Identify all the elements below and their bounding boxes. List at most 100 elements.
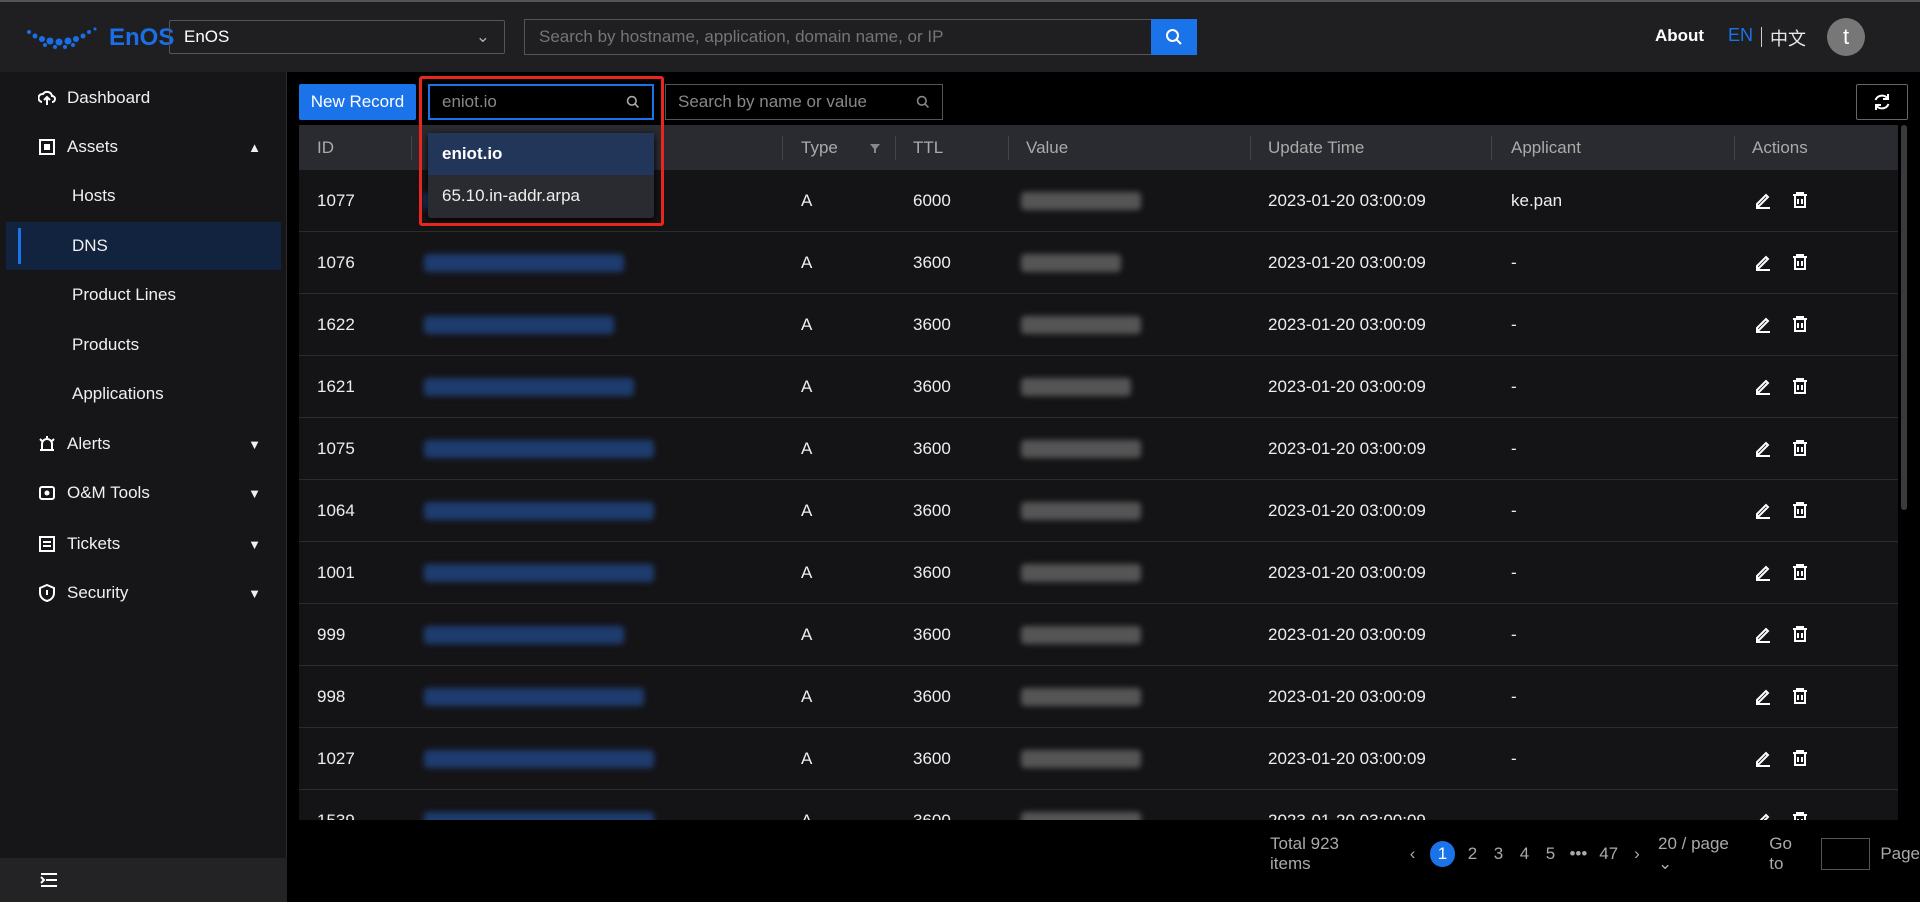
delete-icon[interactable] [1791,501,1809,519]
edit-icon[interactable] [1754,315,1772,333]
cell-id: 999 [317,625,346,644]
column-type: Type [801,138,838,157]
prev-page-button[interactable]: ‹ [1406,844,1420,864]
about-link[interactable]: About [1655,26,1704,46]
new-record-button[interactable]: New Record [299,84,416,120]
refresh-icon [1874,94,1890,110]
table-row: 1001 A 3600 2023-01-20 03:00:09 - [299,542,1898,604]
avatar[interactable]: t [1827,18,1865,56]
sidebar-item-label: Tickets [67,534,121,553]
cell-update-time: 2023-01-20 03:00:09 [1268,625,1426,644]
collapse-sidebar-button[interactable] [0,858,287,902]
page-5[interactable]: 5 [1543,844,1557,864]
cell-type: A [801,315,813,334]
filter-icon[interactable] [869,142,881,154]
name-value-search-input[interactable]: Search by name or value [665,84,943,120]
page-4[interactable]: 4 [1517,844,1531,864]
sidebar-item-label: Security [67,583,129,602]
sidebar-item-product-lines[interactable]: Product Lines [6,271,281,319]
page-1[interactable]: 1 [1429,841,1456,867]
cell-ttl: 3600 [913,811,951,820]
delete-icon[interactable] [1791,625,1809,643]
sidebar-item-applications[interactable]: Applications [6,370,281,418]
sidebar-item-tickets[interactable]: Tickets ▼ [6,520,281,568]
lang-zh[interactable]: 中文 [1770,25,1806,51]
org-select[interactable]: EnOS ⌄ [169,20,505,54]
refresh-button[interactable] [1856,84,1908,120]
sidebar-item-label: Hosts [72,186,116,205]
edit-icon[interactable] [1754,253,1772,271]
delete-icon[interactable] [1791,563,1809,581]
sidebar: Dashboard Assets ▲ Hosts DNS Product Lin… [0,72,287,902]
delete-icon[interactable] [1791,377,1809,395]
cell-update-time: 2023-01-20 03:00:09 [1268,749,1426,768]
sidebar-item-dns[interactable]: DNS [6,222,281,270]
cell-id: 1027 [317,749,355,768]
table-scrollbar[interactable] [1901,125,1907,510]
total-items: Total 923 items [1270,834,1339,873]
sidebar-item-dashboard[interactable]: Dashboard [6,74,281,122]
cell-type: A [801,191,813,210]
page-2[interactable]: 2 [1465,844,1479,864]
page-47[interactable]: 47 [1599,844,1618,864]
cell-ttl: 3600 [913,501,951,520]
cell-ttl: 6000 [913,191,951,210]
sidebar-item-hosts[interactable]: Hosts [6,172,281,220]
cell-type: A [801,563,813,582]
chevron-down-icon: ▼ [248,536,261,552]
cell-applicant: - [1511,253,1517,272]
goto-page-input[interactable] [1820,838,1871,870]
delete-icon[interactable] [1791,439,1809,457]
sidebar-item-om-tools[interactable]: O&M Tools ▼ [6,469,281,517]
column-ttl: TTL [913,138,944,157]
alarm-icon [39,436,55,451]
redacted-name [424,502,654,520]
edit-icon[interactable] [1754,501,1772,519]
edit-icon[interactable] [1754,563,1772,581]
table-row: 1539 A 3600 2023-01-20 03:00:09 - [299,790,1898,820]
redacted-value [1021,254,1121,272]
cell-update-time: 2023-01-20 03:00:09 [1268,253,1426,272]
global-search-input[interactable] [524,19,1151,55]
cell-type: A [801,377,813,396]
org-select-value: EnOS [184,27,230,46]
edit-icon[interactable] [1754,625,1772,643]
redacted-value [1021,378,1131,396]
cell-update-time: 2023-01-20 03:00:09 [1268,439,1426,458]
tools-icon [39,486,55,500]
cell-applicant: - [1511,625,1517,644]
delete-icon[interactable] [1791,253,1809,271]
language-switch: EN 中文 [1728,25,1806,51]
edit-icon[interactable] [1754,811,1772,820]
delete-icon[interactable] [1791,687,1809,705]
edit-icon[interactable] [1754,687,1772,705]
page-size-select[interactable]: 20 / page ⌄ [1658,834,1747,874]
sidebar-item-products[interactable]: Products [6,321,281,369]
sidebar-item-alerts[interactable]: Alerts ▼ [6,420,281,468]
page-3[interactable]: 3 [1491,844,1505,864]
next-page-button[interactable]: › [1630,844,1644,864]
global-search-button[interactable] [1151,19,1197,55]
sidebar-item-assets[interactable]: Assets ▲ [6,123,281,171]
page-ellipsis[interactable]: ••• [1569,844,1587,864]
delete-icon[interactable] [1791,749,1809,767]
redacted-value [1021,440,1141,458]
table-row: 1027 A 3600 2023-01-20 03:00:09 - [299,728,1898,790]
delete-icon[interactable] [1791,811,1809,820]
edit-icon[interactable] [1754,377,1772,395]
lang-en[interactable]: EN [1728,25,1753,51]
logo-dots-icon [27,27,97,49]
table-row: 998 A 3600 2023-01-20 03:00:09 - [299,666,1898,728]
edit-icon[interactable] [1754,749,1772,767]
delete-icon[interactable] [1791,191,1809,209]
goto-label: Go to [1769,834,1792,873]
edit-icon[interactable] [1754,439,1772,457]
cloud-icon [38,90,56,105]
delete-icon[interactable] [1791,315,1809,333]
edit-icon[interactable] [1754,191,1772,209]
enos-logo[interactable]: EnOS [25,24,174,52]
sidebar-item-security[interactable]: Security ▼ [6,569,281,617]
redacted-name [424,564,654,582]
cell-ttl: 3600 [913,749,951,768]
cell-id: 1001 [317,563,355,582]
